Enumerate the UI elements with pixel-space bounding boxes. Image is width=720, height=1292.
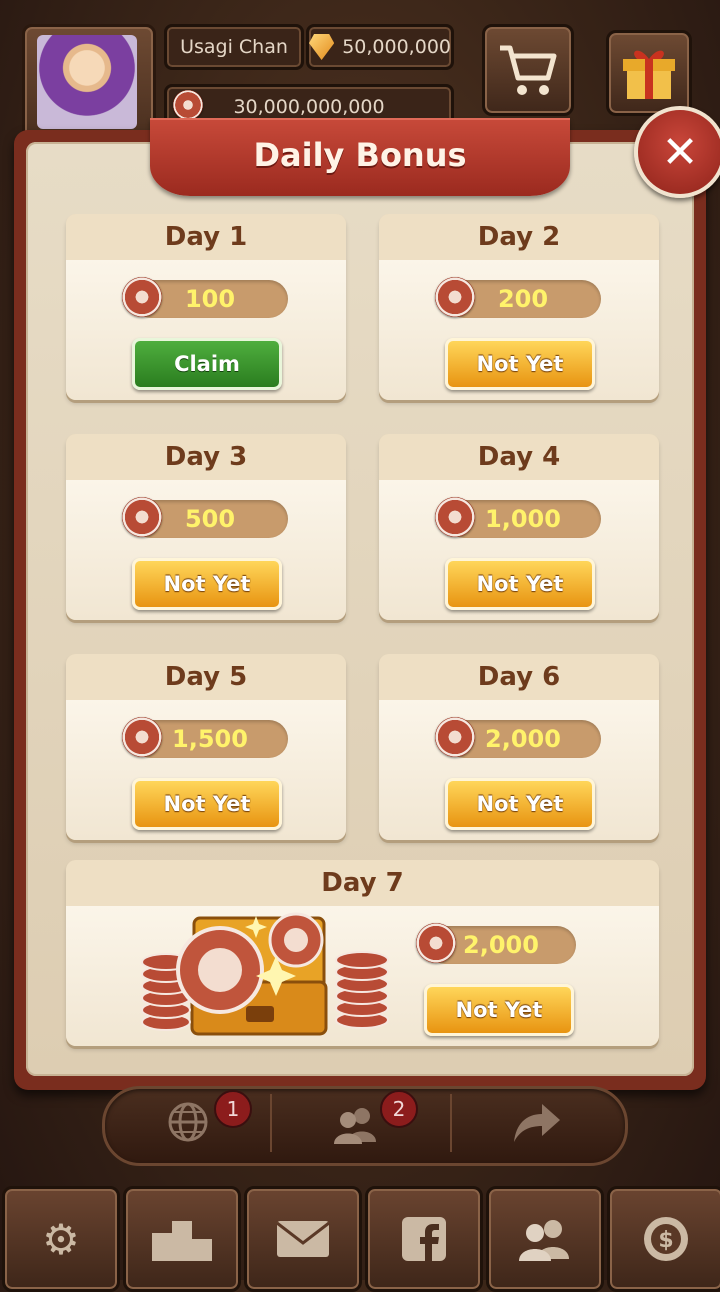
bonus-amount-text: 1,000 <box>485 505 561 533</box>
close-button[interactable]: ✕ <box>634 106 720 198</box>
friends-button[interactable] <box>332 1104 380 1144</box>
gem-icon <box>309 34 335 60</box>
not-yet-button[interactable]: Not Yet <box>424 984 574 1036</box>
day-label: Day 6 <box>379 654 659 700</box>
not-yet-button[interactable]: Not Yet <box>445 778 595 830</box>
bonus-amount-text: 500 <box>184 505 236 533</box>
globe-icon <box>168 1102 208 1142</box>
mail-icon <box>276 1221 330 1257</box>
leaderboard-button[interactable] <box>123 1186 241 1292</box>
treasure-chest-icon <box>141 912 389 1036</box>
chip-icon <box>435 497 475 537</box>
day-label: Day 5 <box>66 654 346 700</box>
friends-nav-button[interactable] <box>486 1186 604 1292</box>
shop-button[interactable] <box>482 24 574 116</box>
bonus-amount-text: 2,000 <box>463 931 539 959</box>
bonus-amount: 2,000 <box>416 923 576 964</box>
cart-icon <box>500 45 557 95</box>
bonus-amount: 200 <box>435 277 601 318</box>
day-card-6: Day 6 2,000 Not Yet <box>379 654 659 840</box>
bonus-amount-text: 1,500 <box>172 725 248 753</box>
bonus-amount-text: 100 <box>184 285 236 313</box>
friends-icon <box>334 1108 376 1144</box>
gift-button[interactable] <box>606 30 692 116</box>
day-card-3: Day 3 500 Not Yet <box>66 434 346 620</box>
day-label: Day 1 <box>66 214 346 260</box>
chip-balance-text: 30,000,000,000 <box>233 96 385 118</box>
gear-icon: ⚙ <box>42 1214 80 1264</box>
not-yet-button[interactable]: Not Yet <box>445 338 595 390</box>
mail-button[interactable] <box>244 1186 362 1292</box>
chip-icon <box>435 277 475 317</box>
close-icon: ✕ <box>661 126 699 178</box>
day-card-5: Day 5 1,500 Not Yet <box>66 654 346 840</box>
chip-icon <box>122 497 162 537</box>
bonus-amount: 500 <box>122 497 288 538</box>
facebook-button[interactable] <box>365 1186 483 1292</box>
chip-icon <box>122 717 162 757</box>
gift-icon <box>623 50 675 99</box>
world-badge: 1 <box>214 1090 252 1128</box>
dollar-chip-icon: $ <box>644 1217 688 1261</box>
bonus-amount-text: 200 <box>497 285 549 313</box>
settings-button[interactable]: ⚙ <box>2 1186 120 1292</box>
chip-icon <box>122 277 162 317</box>
chip-icon <box>173 90 203 120</box>
avatar <box>37 35 137 129</box>
day-label: Day 4 <box>379 434 659 480</box>
gem-balance-text: 50,000,000 <box>342 36 451 58</box>
day-label: Day 3 <box>66 434 346 480</box>
share-button[interactable] <box>512 1102 562 1144</box>
friends-icon <box>519 1220 569 1261</box>
facebook-icon <box>402 1217 446 1261</box>
username-field: Usagi Chan <box>164 24 304 70</box>
friends-badge: 2 <box>380 1090 418 1128</box>
bonus-amount: 1,500 <box>122 717 288 758</box>
username-text: Usagi Chan <box>180 36 288 58</box>
bonus-amount: 1,000 <box>435 497 601 538</box>
claim-button[interactable]: Claim <box>132 338 282 390</box>
chip-icon <box>416 923 456 963</box>
not-yet-button[interactable]: Not Yet <box>445 558 595 610</box>
day-card-1: Day 1 100 Claim <box>66 214 346 400</box>
bonus-amount: 100 <box>122 277 288 318</box>
bonus-amount-text: 2,000 <box>485 725 561 753</box>
svg-text:$: $ <box>658 1228 673 1253</box>
world-button[interactable] <box>166 1100 210 1144</box>
cashier-button[interactable]: $ <box>607 1186 720 1292</box>
share-arrow-icon <box>514 1104 560 1142</box>
day-card-2: Day 2 200 Not Yet <box>379 214 659 400</box>
podium-icon <box>152 1221 212 1261</box>
gem-balance: 50,000,000 <box>306 24 454 70</box>
day-card-4: Day 4 1,000 Not Yet <box>379 434 659 620</box>
not-yet-button[interactable]: Not Yet <box>132 778 282 830</box>
not-yet-button[interactable]: Not Yet <box>132 558 282 610</box>
day-label: Day 2 <box>379 214 659 260</box>
divider <box>270 1094 272 1152</box>
dialog-title: Daily Bonus <box>253 136 467 174</box>
bonus-amount: 2,000 <box>435 717 601 758</box>
avatar-frame[interactable] <box>22 24 156 140</box>
day-label: Day 7 <box>66 860 659 906</box>
chip-icon <box>435 717 475 757</box>
divider <box>450 1094 452 1152</box>
